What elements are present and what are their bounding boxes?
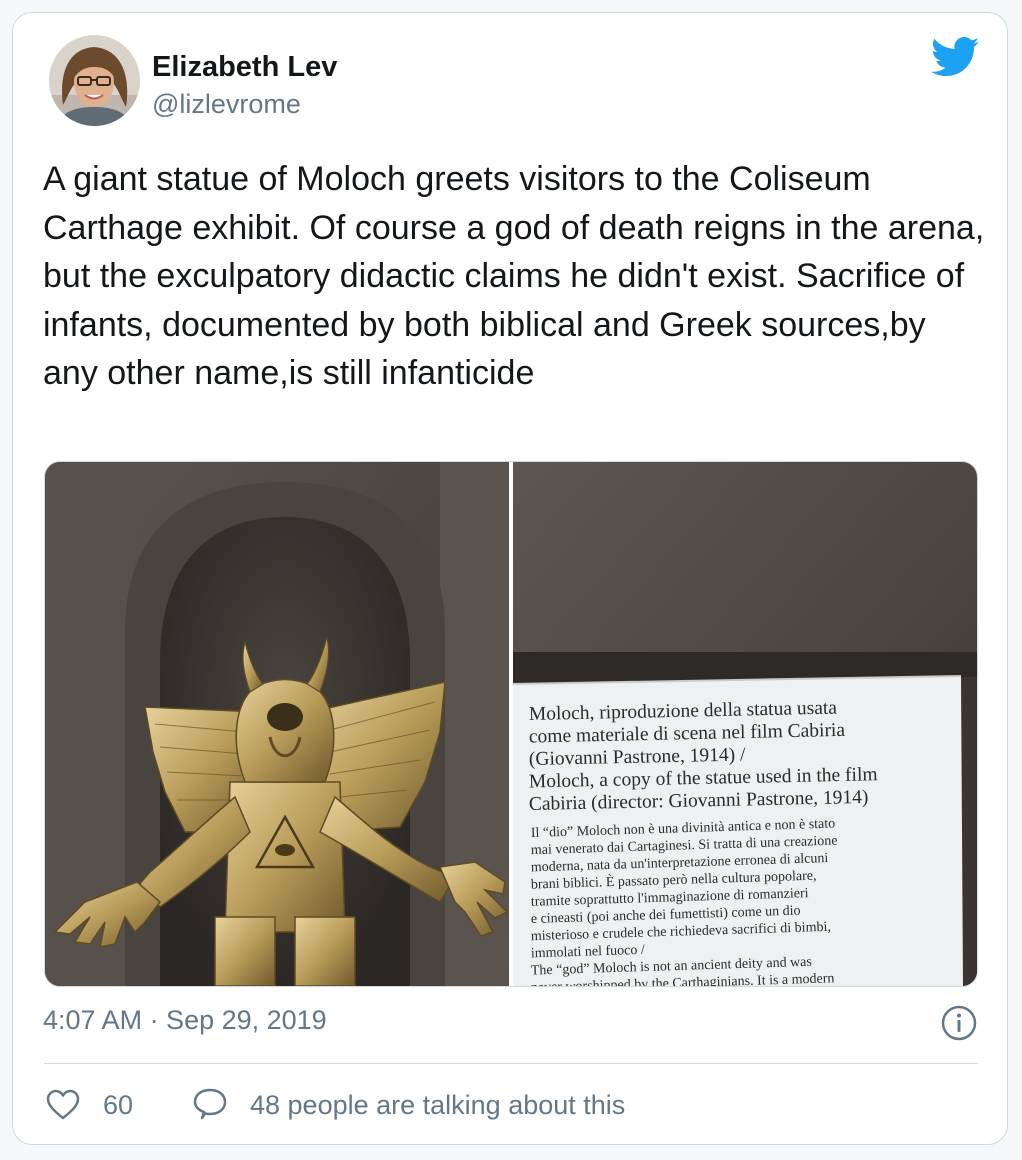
twitter-bird-icon[interactable] — [931, 37, 979, 77]
tweet-card: Elizabeth Lev @lizlevrome A giant statue… — [12, 12, 1008, 1145]
moloch-statue-photo[interactable] — [45, 462, 509, 986]
info-icon[interactable] — [941, 1005, 977, 1041]
tweet-text: A giant statue of Moloch greets visitors… — [43, 160, 985, 392]
speech-bubble-icon[interactable] — [192, 1087, 228, 1123]
talking-about-link[interactable]: 48 people are talking about this — [250, 1090, 625, 1121]
media-grid: Moloch, riproduzione della statua usata c… — [44, 461, 978, 987]
like-count[interactable]: 60 — [103, 1090, 133, 1121]
avatar[interactable] — [49, 35, 140, 126]
heart-icon[interactable] — [46, 1089, 80, 1121]
exhibit-placard-photo[interactable]: Moloch, riproduzione della statua usatac… — [513, 462, 977, 986]
divider — [44, 1063, 978, 1064]
author-name[interactable]: Elizabeth Lev — [152, 51, 337, 84]
author-handle[interactable]: @lizlevrome — [152, 89, 301, 120]
tweet-timestamp[interactable]: 4:07 AM · Sep 29, 2019 — [43, 1005, 327, 1036]
